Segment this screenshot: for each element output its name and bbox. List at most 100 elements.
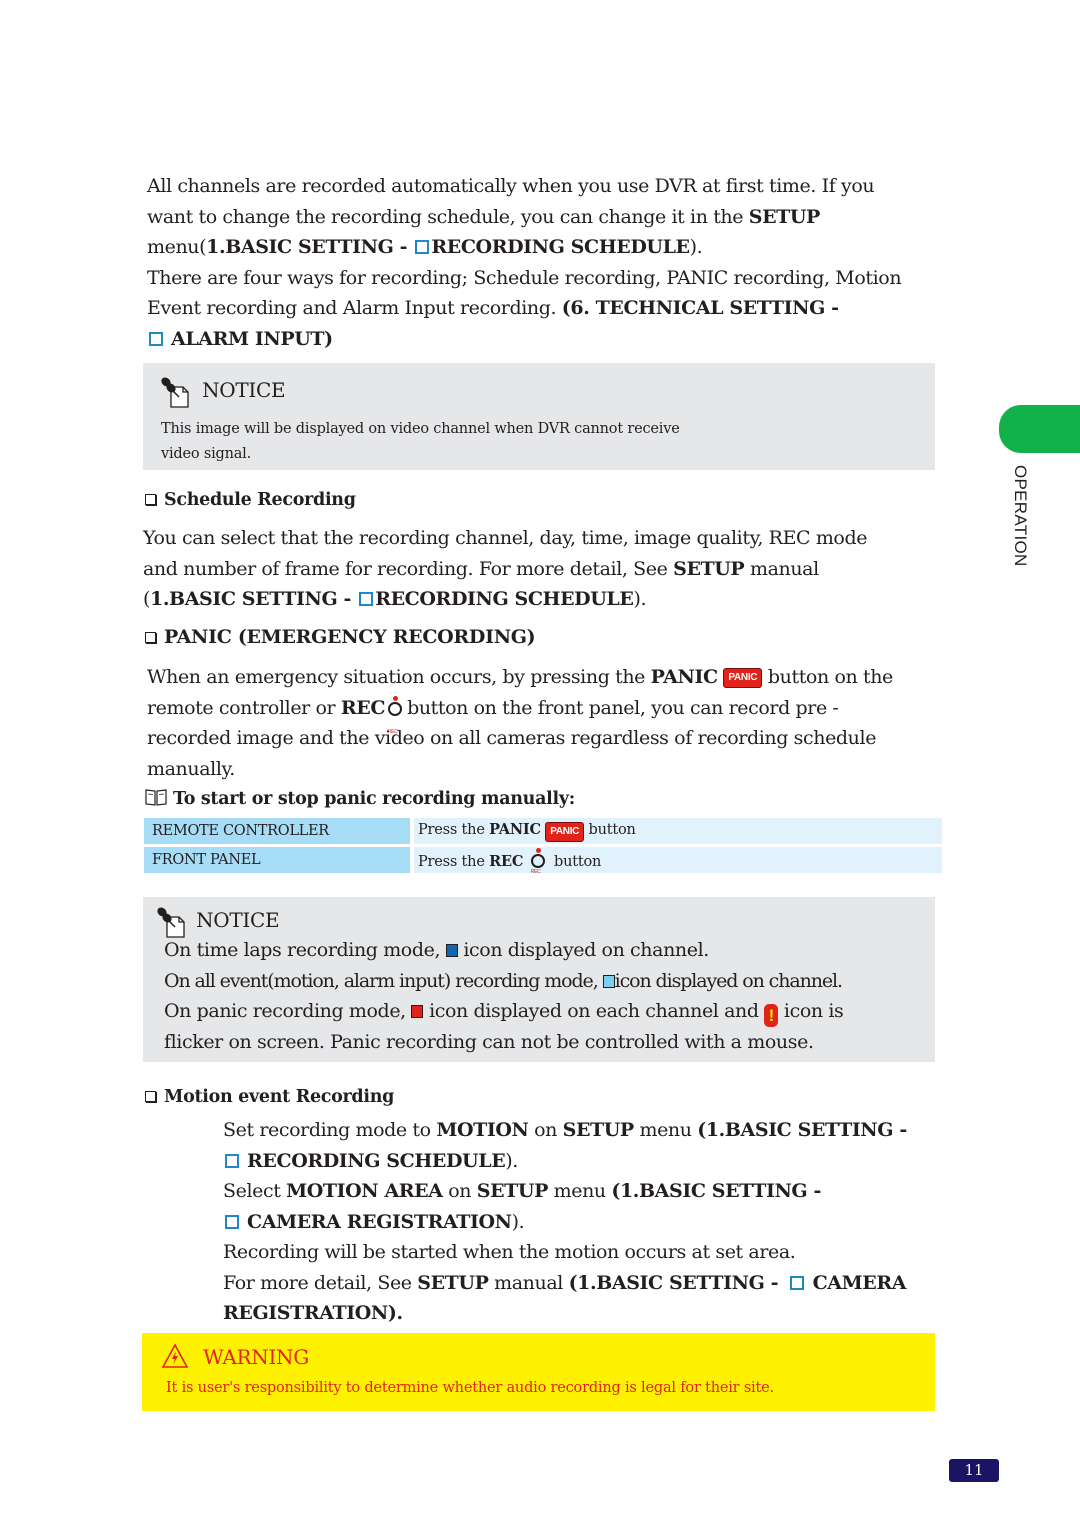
text: ). — [505, 1149, 518, 1172]
row-value: Press the REC REC button — [414, 847, 942, 875]
checkbox-bullet-icon — [145, 1091, 156, 1102]
text: manually. — [147, 757, 235, 780]
panic-button-icon: PANIC — [723, 668, 763, 688]
text-line: Set recording mode to MOTION on SETUP me… — [223, 1115, 907, 1146]
text: on — [442, 1180, 477, 1202]
warning-title: WARNING — [203, 1345, 309, 1369]
menu-ref: RECORDING SCHEDULE — [247, 1149, 506, 1172]
menu-ref: (6. TECHNICAL SETTING - — [561, 297, 839, 319]
row-label: FRONT PANEL — [144, 847, 410, 873]
rec-button-icon: REC — [528, 848, 550, 875]
text: When an emergency situation occurs, by p… — [147, 666, 651, 688]
panic-heading: PANIC (EMERGENCY RECORDING) — [145, 626, 536, 648]
text: button on the front panel, you can recor… — [407, 696, 839, 719]
text-line: On all event(motion, alarm input) record… — [164, 966, 843, 997]
text: want to change the recording schedule, y… — [147, 205, 749, 228]
text-line: remote controller or REC REC button on the… — [147, 693, 893, 735]
intro-line-6: ALARM INPUT) — [147, 324, 901, 355]
text-line: Select MOTION AREA on SETUP menu (1.BASI… — [223, 1176, 907, 1207]
timelapse-rec-icon — [445, 944, 458, 957]
text: manual — [488, 1271, 569, 1294]
text: on — [528, 1119, 563, 1141]
text: For more detail, See — [223, 1271, 418, 1294]
checkbox-bullet-icon — [145, 494, 156, 505]
text: menu( — [147, 236, 207, 258]
text: ( — [143, 588, 151, 610]
text: You can select that the recording channe… — [143, 527, 868, 549]
panic-paragraph: When an emergency situation occurs, by p… — [147, 662, 893, 784]
term: MOTION AREA — [286, 1180, 443, 1202]
row-value: Press the PANIC PANIC button — [414, 818, 942, 844]
panic-term: PANIC — [650, 666, 718, 688]
text: Press the — [418, 854, 490, 870]
text: icon displayed on each channel and — [423, 1000, 765, 1022]
heading-text: Schedule Recording — [164, 490, 356, 510]
rec-label: REC — [388, 728, 398, 735]
checkbox-bullet-icon — [145, 632, 156, 643]
text-line: RECORDING SCHEDULE). — [223, 1146, 907, 1177]
text: On panic recording mode, — [164, 1000, 412, 1022]
square-bullet-icon — [225, 1214, 239, 1229]
menu-ref: REGISTRATION). — [223, 1302, 403, 1324]
text: ). — [689, 236, 703, 258]
table-row: REMOTE CONTROLLER Press the PANIC PANIC … — [144, 818, 942, 844]
rec-button-icon: REC — [385, 695, 407, 735]
rec-term: REC — [340, 696, 386, 719]
text: and number of frame for recording. For m… — [143, 557, 674, 580]
text: button on the — [762, 666, 893, 688]
table-row: FRONT PANEL Press the REC REC button — [144, 847, 942, 875]
text: manual — [744, 557, 819, 580]
term: SETUP — [476, 1180, 549, 1202]
menu-ref: CAMERA — [806, 1271, 907, 1294]
intro-paragraph: All channels are recorded automatically … — [147, 171, 902, 355]
event-rec-icon — [602, 974, 615, 988]
menu-ref: RECORDING SCHEDULE — [375, 588, 634, 610]
text: Press the — [418, 821, 490, 838]
warning-text: It is user's responsibility to determine… — [166, 1380, 774, 1396]
page-number: 11 — [949, 1459, 999, 1482]
panic-subheading: To start or stop panic recording manuall… — [145, 788, 575, 809]
schedule-heading: Schedule Recording — [145, 490, 356, 510]
menu-ref: ALARM INPUT) — [171, 327, 333, 350]
intro-line-2: want to change the recording schedule, y… — [147, 202, 901, 233]
text: icon displayed on channel. — [614, 969, 843, 992]
section-label: OPERATION — [1011, 465, 1030, 567]
text: flicker on screen. Panic recording can n… — [164, 1031, 814, 1053]
text: ). — [511, 1210, 525, 1233]
square-bullet-icon — [359, 592, 374, 606]
notice-body: On time laps recording mode, icon displa… — [164, 935, 844, 1058]
notice-box: NOTICE This image will be displayed on v… — [143, 363, 935, 470]
intro-line-5: Event recording and Alarm Input recordin… — [147, 293, 901, 324]
intro-line-1: All channels are recorded automatically … — [147, 175, 875, 197]
term: SETUP — [417, 1271, 489, 1294]
schedule-paragraph: You can select that the recording channe… — [143, 523, 867, 615]
motion-paragraph: Set recording mode to MOTION on SETUP me… — [223, 1115, 907, 1329]
notice-header: NOTICE — [157, 375, 286, 409]
panic-term: PANIC — [489, 820, 541, 838]
book-icon — [145, 789, 167, 806]
menu-ref: 1.BASIC SETTING - — [206, 236, 414, 258]
text-line: On panic recording mode, icon displayed … — [164, 996, 844, 1027]
warning-header: WARNING — [161, 1343, 309, 1369]
text-line: REGISTRATION). — [223, 1298, 907, 1329]
motion-heading: Motion event Recording — [145, 1087, 394, 1107]
notice-header: NOTICE — [153, 905, 280, 939]
rec-term: REC — [489, 853, 524, 870]
menu-ref: 1.BASIC SETTING - — [150, 588, 358, 610]
row-label: REMOTE CONTROLLER — [144, 818, 410, 844]
text: Set recording mode to — [223, 1119, 437, 1141]
square-bullet-icon — [225, 1153, 239, 1168]
text: menu — [547, 1180, 612, 1202]
menu-ref: RECORDING SCHEDULE — [431, 236, 690, 258]
menu-ref: (1.BASIC SETTING - — [568, 1271, 785, 1294]
heading-text: PANIC (EMERGENCY RECORDING) — [164, 626, 536, 648]
panic-button-icon: PANIC — [545, 821, 585, 842]
panic-rec-icon — [411, 1005, 424, 1018]
text-line: When an emergency situation occurs, by p… — [147, 662, 893, 693]
text: button — [549, 854, 602, 870]
setup-term: SETUP — [748, 205, 821, 228]
intro-line-3: menu(1.BASIC SETTING - RECORDING SCHEDUL… — [147, 232, 901, 263]
text-line: For more detail, See SETUP manual (1.BAS… — [223, 1268, 907, 1299]
notice-title: NOTICE — [196, 907, 280, 932]
text-line: On time laps recording mode, icon displa… — [164, 935, 843, 966]
